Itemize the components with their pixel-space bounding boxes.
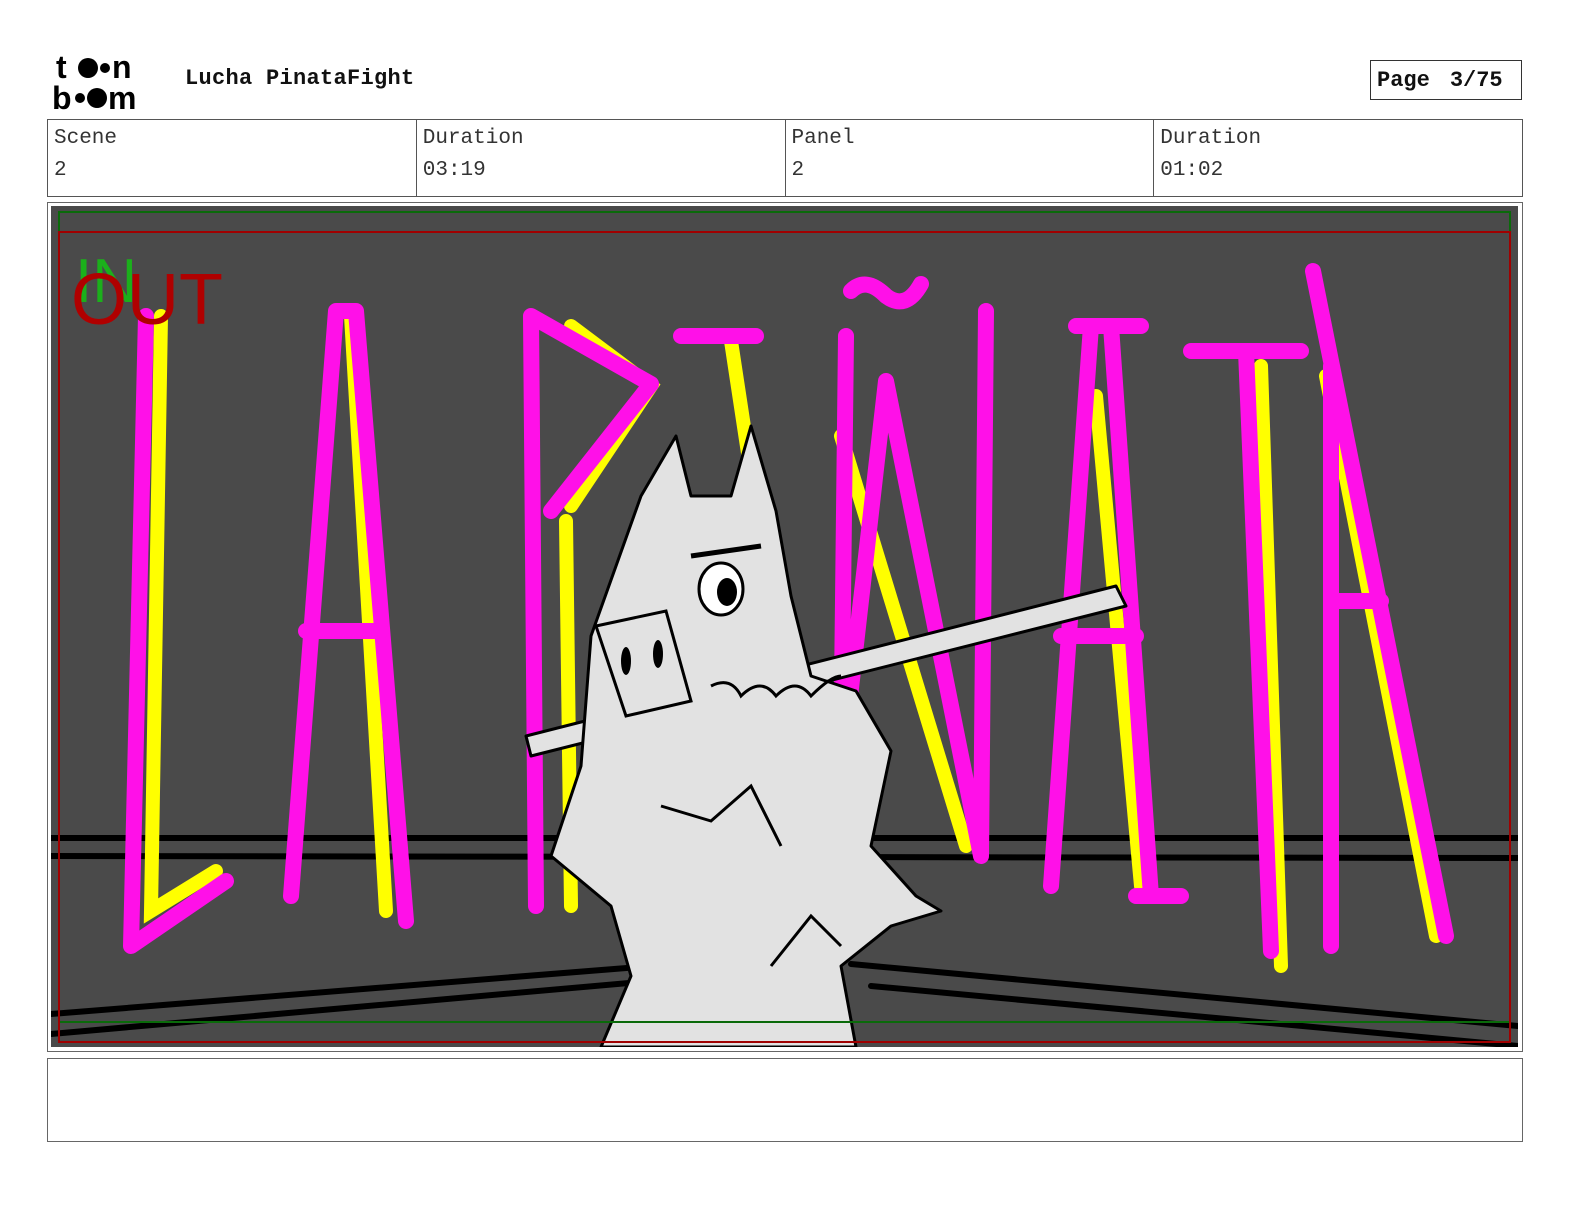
panel-drawing: IN OUT	[51, 206, 1518, 1047]
nostril-left	[621, 647, 631, 675]
nostril-right	[653, 640, 663, 668]
svg-text:m: m	[108, 80, 136, 112]
toonboom-logo: t n b m	[52, 50, 164, 112]
scene-duration-value: 03:19	[422, 159, 486, 182]
panel-duration-cell: Duration 01:02	[1154, 120, 1522, 196]
project-title: Lucha PinataFight	[185, 66, 415, 91]
out-marker: OUT	[71, 260, 223, 340]
panel-duration-label: Duration	[1160, 127, 1262, 150]
scene-duration-cell: Duration 03:19	[417, 120, 786, 196]
panel-duration-value: 01:02	[1160, 159, 1224, 182]
panel-value: 2	[791, 159, 805, 182]
scene-value: 2	[54, 159, 67, 182]
scene-label: Scene	[54, 127, 118, 150]
panel-label: Panel	[791, 127, 855, 150]
logo-mark: t n b m	[52, 50, 136, 112]
svg-text:b: b	[52, 80, 72, 112]
scene-duration-label: Duration	[422, 127, 524, 150]
panel-cell: Panel 2	[786, 120, 1155, 196]
scene-cell: Scene 2	[48, 120, 417, 196]
storyboard-panel[interactable]: IN OUT	[47, 202, 1523, 1052]
page-label: Page	[1377, 67, 1430, 93]
pupil	[717, 578, 737, 606]
panel-info-table: Scene 2 Duration 03:19 Panel 2 Duration …	[47, 119, 1523, 197]
panel-notes[interactable]	[47, 1058, 1523, 1142]
page-indicator: Page 3/75	[1370, 60, 1522, 100]
page-number: 3/75	[1449, 67, 1503, 93]
